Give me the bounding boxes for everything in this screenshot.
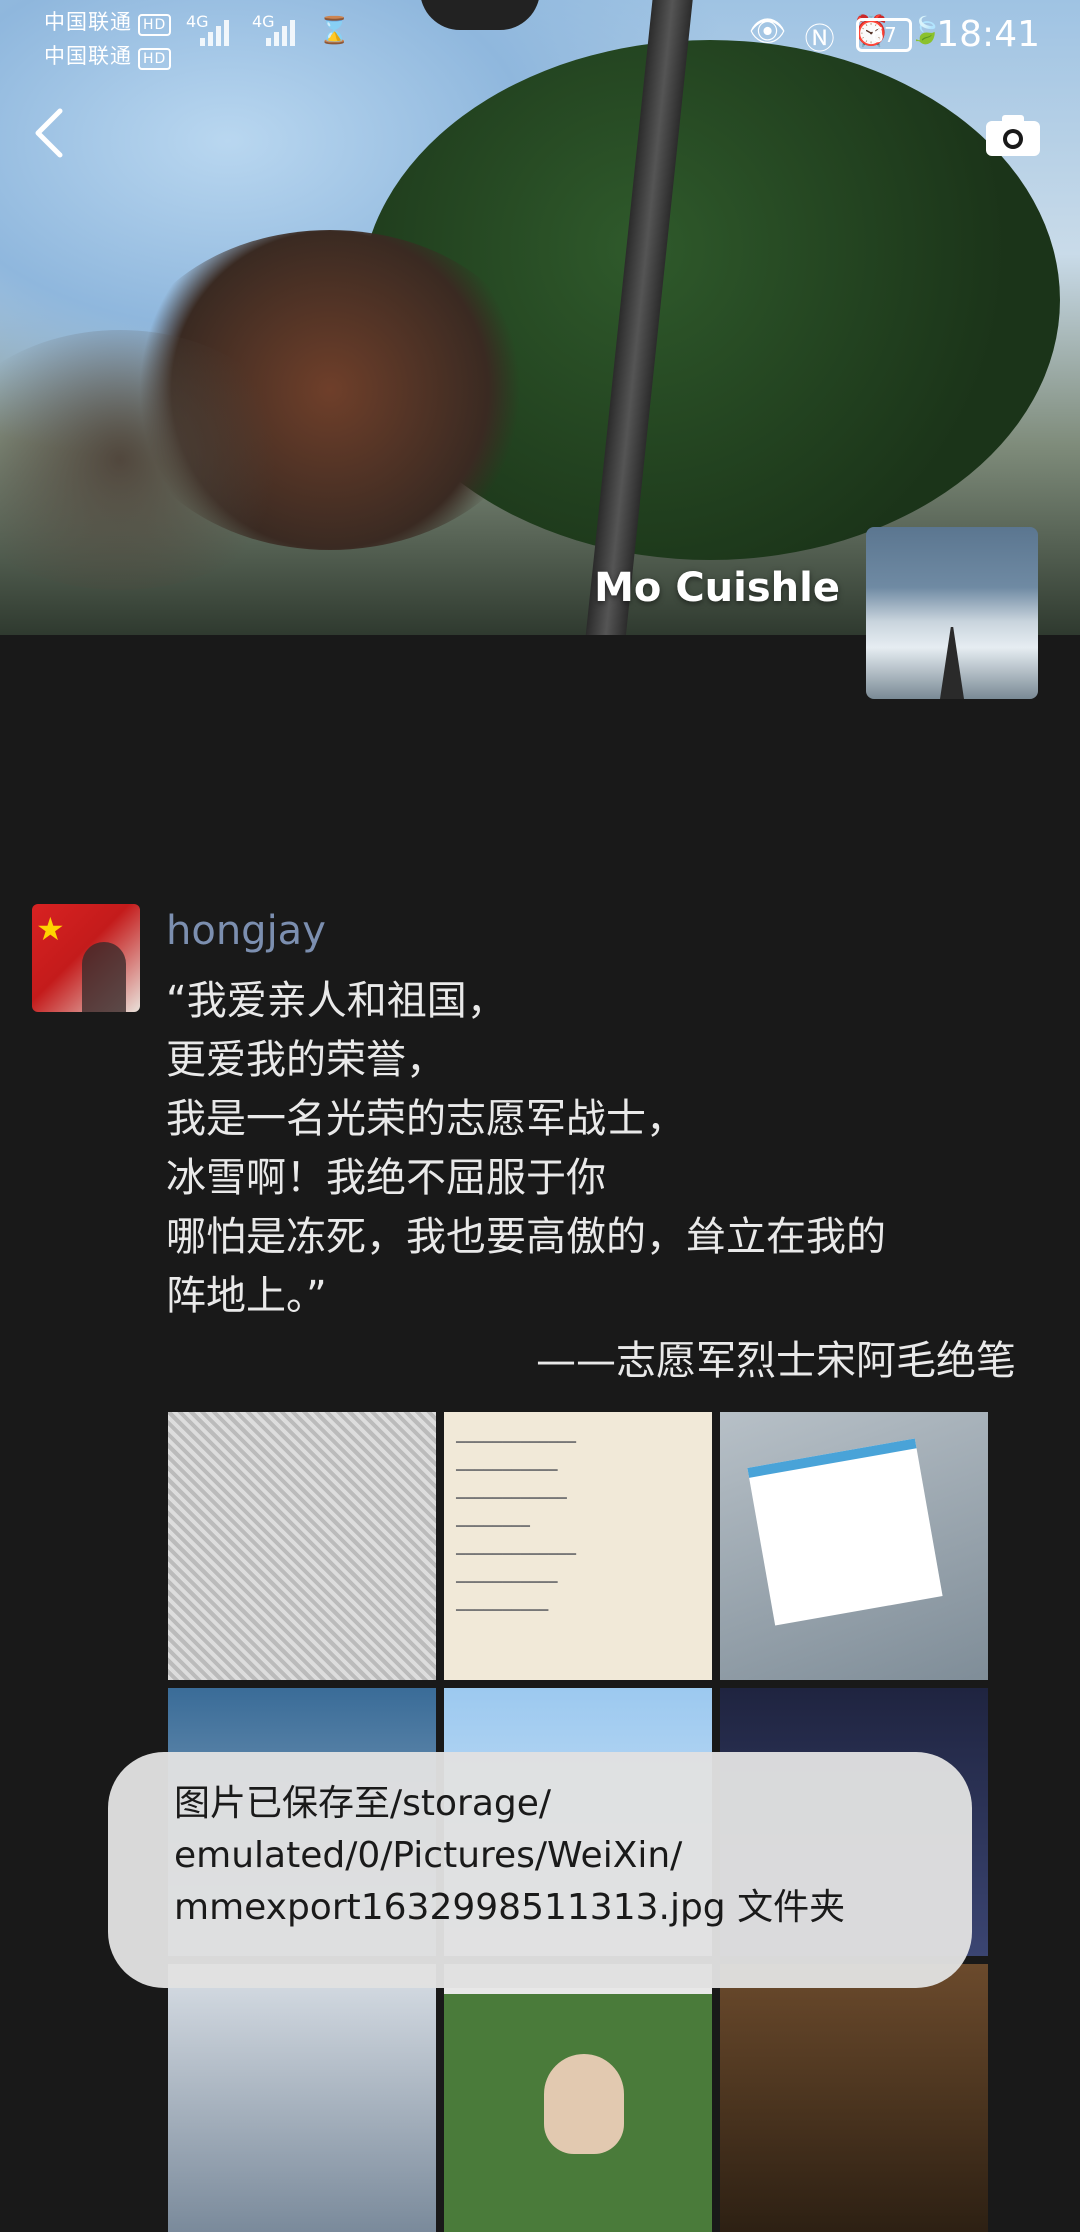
post-photo[interactable] xyxy=(720,1412,988,1680)
post-text-line: 更爱我的荣誉， xyxy=(166,1037,446,1083)
camera-button[interactable] xyxy=(984,112,1042,158)
post-text-line: “我爱亲人和祖国， xyxy=(166,978,507,1024)
hourglass-icon: ⌛ xyxy=(318,16,351,46)
post-photo[interactable] xyxy=(444,1964,712,2232)
post-photo[interactable] xyxy=(720,1964,988,2232)
toast-line: emulated/0/Pictures/WeiXin/ xyxy=(174,1835,683,1876)
profile-name[interactable]: Mo Cuishle xyxy=(594,565,840,611)
post-signature: ——志愿军烈士宋阿毛绝笔 xyxy=(536,1338,1016,1384)
hd-badge: HD xyxy=(138,48,172,70)
chevron-left-icon xyxy=(35,108,63,158)
eye-icon: 👁 xyxy=(748,14,787,49)
post-text: “我爱亲人和祖国， 更爱我的荣誉， 我是一名光荣的志愿军战士， 冰雪啊！我绝不屈… xyxy=(166,972,1026,1326)
post-photo[interactable]: ▁▁▁▁▁▁▁▁▁▁▁▁▁ ▁▁▁▁▁▁▁▁▁▁▁ ▁▁▁▁▁▁▁▁▁▁▁▁ ▁▁▁▁… xyxy=(444,1412,712,1680)
carrier-label-1: 中国联通 HD xyxy=(44,6,172,36)
avatar-road-graphic xyxy=(940,627,964,699)
post-photo[interactable] xyxy=(168,1412,436,1680)
status-bar: 中国联通 HD 中国联通 HD 4G 4G ⌛ 👁 Ⓝ ⏰ 67 🍃 18:41 xyxy=(0,0,1080,70)
photo-text-graphic: ▁▁▁▁▁▁▁▁▁▁▁▁▁ ▁▁▁▁▁▁▁▁▁▁▁ ▁▁▁▁▁▁▁▁▁▁▁▁ ▁▁▁▁… xyxy=(456,1429,576,1611)
person-graphic xyxy=(544,2054,624,2154)
toast-line: mmexport1632998511313.jpg 文件夹 xyxy=(174,1887,846,1928)
post-text-line: 阵地上。” xyxy=(166,1273,327,1319)
post-text-line: 冰雪啊！我绝不屈服于你 xyxy=(166,1155,606,1201)
profile-avatar[interactable] xyxy=(866,527,1038,699)
carrier-label-2: 中国联通 HD xyxy=(44,40,172,70)
post-text-line: 哪怕是冻死，我也要高傲的，耸立在我的 xyxy=(166,1214,886,1260)
post-author-name[interactable]: hongjay xyxy=(166,908,326,954)
battery-indicator: 67 xyxy=(856,18,912,52)
back-button[interactable] xyxy=(30,105,80,165)
status-time: 18:41 xyxy=(936,14,1040,55)
signal-bars-icon xyxy=(200,20,229,46)
signal-bars-icon xyxy=(266,20,295,46)
toast-line: 图片已保存至/storage/ xyxy=(174,1783,552,1824)
camera-icon xyxy=(986,115,1040,156)
post-photo[interactable] xyxy=(168,1964,436,2232)
save-toast: 图片已保存至/storage/ emulated/0/Pictures/WeiX… xyxy=(108,1752,972,1988)
ticket-graphic xyxy=(747,1438,943,1626)
post-author-avatar[interactable]: ★ xyxy=(32,904,140,1012)
avatar-person-graphic xyxy=(82,942,126,1012)
nfc-icon: Ⓝ xyxy=(804,22,835,57)
post-text-line: 我是一名光荣的志愿军战士， xyxy=(166,1096,686,1142)
star-icon: ★ xyxy=(36,910,65,948)
hd-badge: HD xyxy=(138,14,172,36)
